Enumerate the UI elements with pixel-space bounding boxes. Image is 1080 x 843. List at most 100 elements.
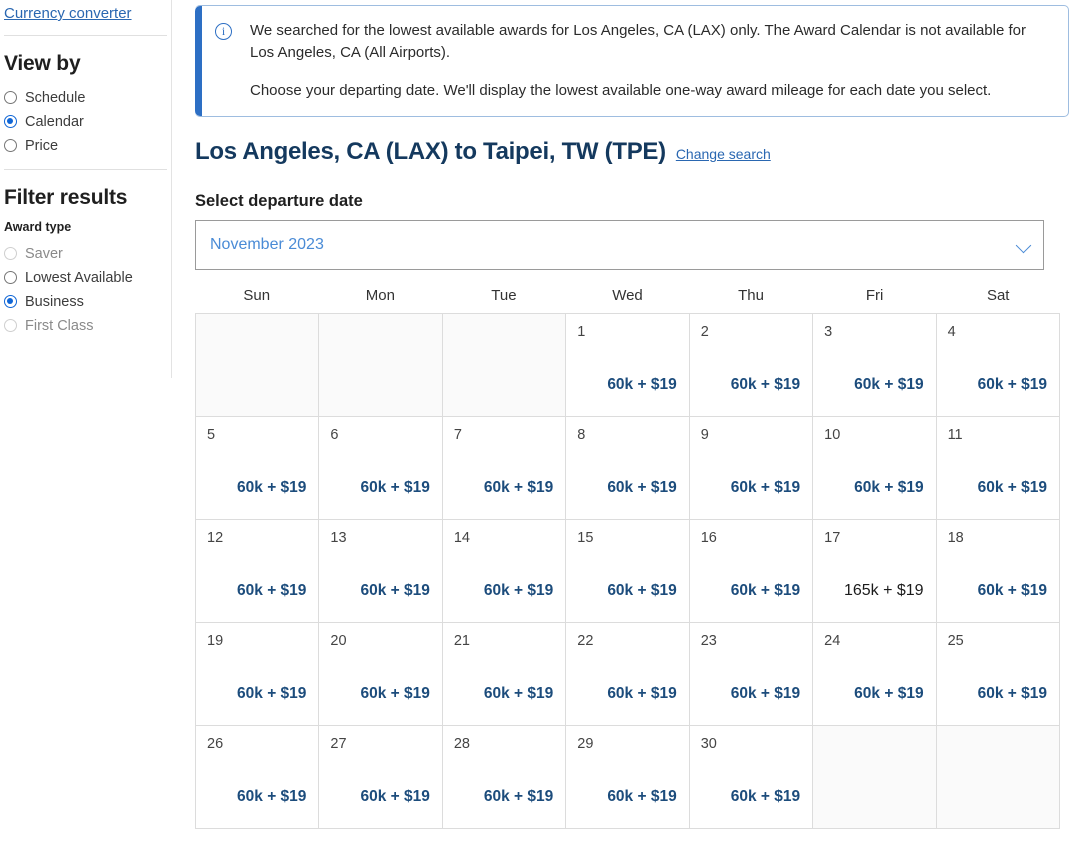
award-price: 60k + $19 <box>483 479 554 496</box>
banner-paragraph-2: Choose your departing date. We'll displa… <box>250 82 992 99</box>
day-number: 27 <box>330 736 347 752</box>
main-content: i We searched for the lowest available a… <box>195 0 1080 829</box>
radio-icon <box>4 115 17 128</box>
calendar-day-cell[interactable]: 4 60k + $19 <box>936 314 1060 417</box>
radio-icon <box>4 91 17 104</box>
calendar-day-cell[interactable]: 7 60k + $19 <box>442 417 567 520</box>
award-type-option-first-class: First Class <box>4 314 171 337</box>
calendar-day-cell[interactable]: 12 60k + $19 <box>196 520 320 623</box>
radio-label: First Class <box>25 317 94 334</box>
calendar-day-cell[interactable]: 5 60k + $19 <box>196 417 320 520</box>
weekday-label-thu: Thu <box>738 287 764 304</box>
filter-results-heading: Filter results <box>4 186 128 209</box>
calendar-day-cell[interactable]: 29 60k + $19 <box>566 726 690 829</box>
day-number: 8 <box>577 427 586 443</box>
calendar-day-cell[interactable]: 13 60k + $19 <box>319 520 443 623</box>
weekday-label-wed: Wed <box>612 287 643 304</box>
day-number: 14 <box>453 530 470 546</box>
award-price: 60k + $19 <box>854 685 924 702</box>
calendar-day-cell[interactable]: 6 60k + $19 <box>319 417 443 520</box>
day-number: 23 <box>700 633 717 649</box>
calendar-day-cell[interactable]: 15 60k + $19 <box>566 520 690 623</box>
award-type-option-business[interactable]: Business <box>4 290 171 313</box>
day-number: 29 <box>577 736 594 752</box>
info-banner: i We searched for the lowest available a… <box>195 5 1069 117</box>
view-by-option-calendar[interactable]: Calendar <box>4 110 171 133</box>
calendar-day-cell[interactable]: 3 60k + $19 <box>813 314 937 417</box>
calendar-day-cell[interactable]: 2 60k + $19 <box>689 314 814 417</box>
award-price: 60k + $19 <box>854 376 924 393</box>
calendar-day-cell[interactable]: 30 60k + $19 <box>689 726 814 829</box>
radio-icon <box>4 139 17 152</box>
day-number: 7 <box>453 427 462 443</box>
award-price: 60k + $19 <box>730 685 801 702</box>
calendar-day-cell[interactable]: 21 60k + $19 <box>442 623 567 726</box>
day-number: 10 <box>824 427 841 443</box>
award-price: 60k + $19 <box>237 685 307 702</box>
award-price: 60k + $19 <box>483 685 554 702</box>
calendar-day-cell[interactable]: 1 60k + $19 <box>566 314 690 417</box>
award-type-option-lowest-available[interactable]: Lowest Available <box>4 266 171 289</box>
currency-converter-link[interactable]: Currency converter <box>4 5 132 22</box>
calendar-day-cell[interactable]: 17 165k + $19 <box>813 520 937 623</box>
award-price: 60k + $19 <box>607 479 677 496</box>
month-select[interactable]: November 2023 <box>195 220 1044 270</box>
day-number: 16 <box>700 530 717 546</box>
weekday-label-mon: Mon <box>365 287 395 304</box>
day-number: 11 <box>947 427 963 443</box>
calendar-day-cell[interactable]: 18 60k + $19 <box>936 520 1060 623</box>
day-number: 18 <box>947 530 964 546</box>
view-by-option-price[interactable]: Price <box>4 134 171 157</box>
day-number: 15 <box>577 530 594 546</box>
award-price: 60k + $19 <box>237 788 307 805</box>
radio-label: Calendar <box>25 113 84 130</box>
view-by-heading: View by <box>4 52 81 75</box>
award-type-heading: Award type <box>4 220 72 234</box>
weekday-label-fri: Fri <box>865 287 884 304</box>
sidebar-divider-2 <box>4 169 167 170</box>
month-select-value: November 2023 <box>210 236 324 253</box>
change-search-link[interactable]: Change search <box>676 146 771 162</box>
radio-label: Business <box>25 293 84 310</box>
weekday-label-tue: Tue <box>491 287 517 304</box>
calendar-day-cell[interactable]: 23 60k + $19 <box>689 623 814 726</box>
calendar-day-cell[interactable]: 9 60k + $19 <box>689 417 814 520</box>
day-number: 4 <box>947 324 956 340</box>
calendar-day-cell[interactable]: 19 60k + $19 <box>196 623 320 726</box>
award-price: 60k + $19 <box>360 685 430 702</box>
calendar-day-cell[interactable]: 10 60k + $19 <box>813 417 937 520</box>
info-circle-icon: i <box>215 23 232 40</box>
award-price: 60k + $19 <box>977 376 1047 393</box>
award-price: 60k + $19 <box>977 582 1047 599</box>
calendar-day-cell[interactable]: 8 60k + $19 <box>566 417 690 520</box>
calendar-day-cell[interactable]: 11 60k + $19 <box>936 417 1060 520</box>
calendar-day-cell[interactable]: 28 60k + $19 <box>442 726 567 829</box>
calendar-day-cell[interactable]: 27 60k + $19 <box>319 726 443 829</box>
calendar-day-cell[interactable]: 24 60k + $19 <box>813 623 937 726</box>
day-number: 2 <box>700 324 709 340</box>
weekday-label-sat: Sat <box>986 287 1010 304</box>
radio-label: Schedule <box>25 89 86 106</box>
award-price: 60k + $19 <box>360 788 430 805</box>
calendar-empty-cell <box>936 726 1060 829</box>
calendar-day-cell[interactable]: 14 60k + $19 <box>442 520 567 623</box>
view-by-option-schedule[interactable]: Schedule <box>4 86 171 109</box>
radio-label: Saver <box>25 245 63 262</box>
day-number: 12 <box>207 530 224 546</box>
calendar-day-cell[interactable]: 22 60k + $19 <box>566 623 690 726</box>
calendar-grid: 1 60k + $19 2 60k + $19 3 60k + $19 4 60k + $19… <box>195 313 1060 829</box>
sidebar-divider-1 <box>4 35 167 36</box>
day-number: 25 <box>947 633 964 649</box>
award-calendar: Sun Mon Tue Wed Thu Fri Sat 1 60k + $19 2 60k + $… <box>195 287 1060 829</box>
banner-paragraph-1: We searched for the lowest available awa… <box>250 22 1026 61</box>
day-number: 3 <box>824 324 833 340</box>
route-header: Los Angeles, CA (LAX) to Taipei, TW (TPE… <box>195 138 1080 166</box>
radio-label: Price <box>25 137 59 154</box>
day-number: 26 <box>207 736 224 752</box>
calendar-day-cell[interactable]: 16 60k + $19 <box>689 520 814 623</box>
calendar-day-cell[interactable]: 26 60k + $19 <box>196 726 320 829</box>
award-price: 60k + $19 <box>607 376 677 393</box>
calendar-day-cell[interactable]: 20 60k + $19 <box>319 623 443 726</box>
calendar-day-cell[interactable]: 25 60k + $19 <box>936 623 1060 726</box>
award-price-selected: 165k + $19 <box>843 582 924 599</box>
